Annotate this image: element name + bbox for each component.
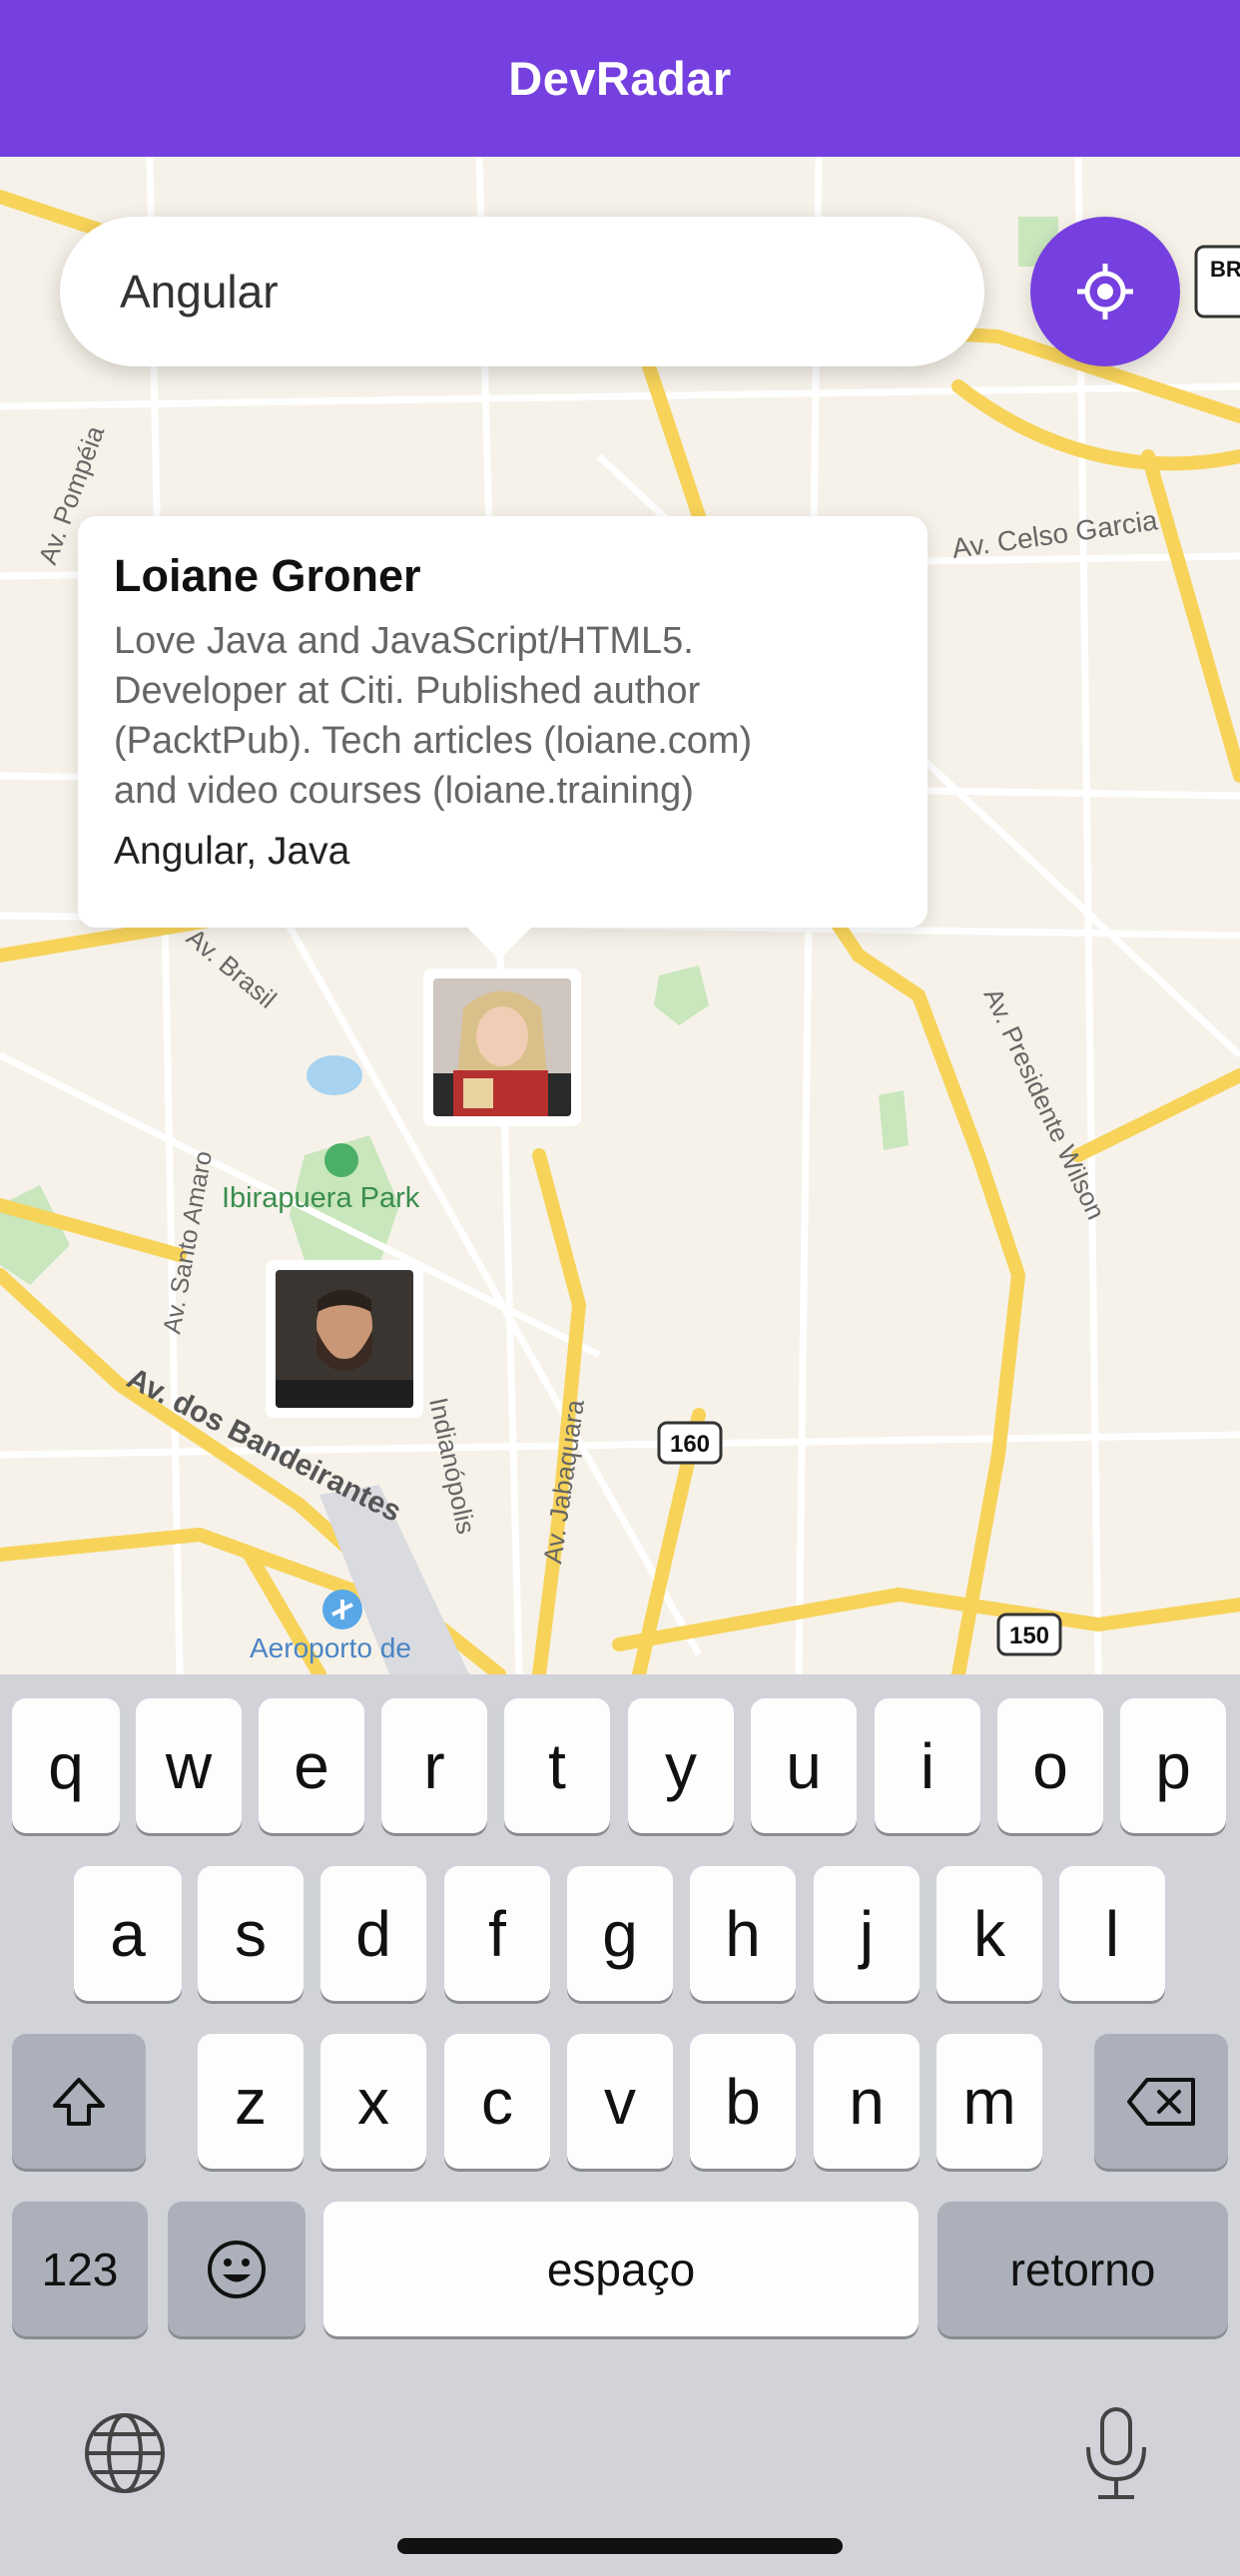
route-shield: BR 116 (1210, 257, 1240, 282)
shift-key[interactable] (12, 2034, 146, 2169)
key-z[interactable]: z (198, 2034, 304, 2169)
home-indicator[interactable] (397, 2538, 843, 2554)
map-label: Indianópolis (423, 1395, 481, 1537)
emoji-icon (208, 2240, 266, 2298)
callout-pointer (467, 928, 531, 960)
key-x[interactable]: x (320, 2034, 426, 2169)
key-r[interactable]: r (381, 1698, 487, 1833)
map-label: Ibirapuera Park (222, 1182, 420, 1214)
key-t[interactable]: t (504, 1698, 610, 1833)
dev-marker-loiane[interactable] (423, 968, 581, 1126)
key-v[interactable]: v (567, 2034, 673, 2169)
key-s[interactable]: s (198, 1866, 304, 2001)
route-shield: 160 (670, 1431, 710, 1458)
key-o[interactable]: o (997, 1698, 1103, 1833)
key-p[interactable]: p (1120, 1698, 1226, 1833)
key-g[interactable]: g (567, 1866, 673, 2001)
on-screen-keyboard: q w e r t y u i o p a s d f g h j k l z … (0, 1674, 1240, 2576)
dev-name: Loiane Groner (114, 550, 421, 601)
dev-marker-other[interactable] (266, 1260, 423, 1418)
key-h[interactable]: h (690, 1866, 796, 2001)
key-m[interactable]: m (936, 2034, 1042, 2169)
app-header: DevRadar (0, 0, 1240, 157)
dictation-key[interactable] (1076, 2403, 1156, 2503)
map-label: Av. Brasil (181, 923, 283, 1014)
avatar (276, 1270, 413, 1408)
key-b[interactable]: b (690, 2034, 796, 2169)
key-u[interactable]: u (751, 1698, 857, 1833)
shift-icon (53, 2077, 105, 2126)
key-c[interactable]: c (444, 2034, 550, 2169)
globe-key[interactable] (80, 2408, 170, 2498)
key-k[interactable]: k (936, 1866, 1042, 2001)
key-q[interactable]: q (12, 1698, 120, 1833)
key-l[interactable]: l (1059, 1866, 1165, 2001)
numbers-key[interactable]: 123 (12, 2202, 148, 2336)
crosshair-icon (1077, 264, 1133, 320)
key-i[interactable]: i (875, 1698, 980, 1833)
avatar (433, 978, 571, 1116)
locate-button[interactable] (1030, 217, 1180, 366)
search-input[interactable] (60, 264, 940, 320)
return-key[interactable]: retorno (937, 2202, 1228, 2336)
key-n[interactable]: n (814, 2034, 920, 2169)
route-shield: 150 (1009, 1622, 1049, 1649)
dev-techs: Angular, Java (114, 830, 350, 873)
space-key[interactable]: espaço (323, 2202, 919, 2336)
dev-callout[interactable]: Loiane Groner Love Java and JavaScript/H… (78, 516, 928, 928)
backspace-icon (1127, 2077, 1195, 2126)
map-label: Aeroporto de (250, 1632, 411, 1663)
key-f[interactable]: f (444, 1866, 550, 2001)
dev-bio: Love Java and JavaScript/HTML5. Develope… (114, 620, 753, 812)
emoji-key[interactable] (168, 2202, 306, 2336)
search-bar[interactable] (60, 217, 984, 366)
backspace-key[interactable] (1094, 2034, 1228, 2169)
key-j[interactable]: j (814, 1866, 920, 2001)
globe-icon (85, 2413, 165, 2493)
map-label: Av. Jabaquara (537, 1397, 590, 1565)
app-title: DevRadar (508, 52, 732, 105)
key-w[interactable]: w (136, 1698, 242, 1833)
key-y[interactable]: y (628, 1698, 734, 1833)
key-e[interactable]: e (259, 1698, 364, 1833)
microphone-icon (1086, 2407, 1146, 2499)
key-d[interactable]: d (320, 1866, 426, 2001)
key-a[interactable]: a (74, 1866, 182, 2001)
